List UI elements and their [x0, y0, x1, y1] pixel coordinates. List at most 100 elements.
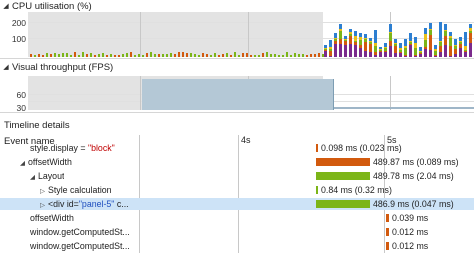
cpu-activity-bar	[146, 53, 148, 57]
cpu-activity-bar	[134, 55, 136, 57]
event-bar	[386, 228, 389, 236]
event-duration: 489.78 ms (2.04 ms)	[373, 171, 454, 181]
cpu-activity-bar	[329, 56, 332, 57]
cpu-activity-bar	[150, 52, 152, 57]
cpu-activity-bar	[379, 49, 382, 50]
cpu-activity-bar	[174, 54, 176, 57]
event-name-prefix: <div id=	[48, 199, 79, 209]
cpu-activity-bar	[409, 41, 412, 42]
cpu-activity-bar	[384, 52, 387, 57]
cpu-activity-bar	[334, 44, 337, 57]
timeline-details-title: Timeline details	[4, 120, 70, 131]
cpu-activity-bar	[314, 54, 316, 57]
cpu-activity-bar	[379, 47, 382, 49]
cpu-activity-bar	[329, 49, 332, 51]
cpu-activity-bar	[444, 24, 447, 30]
cpu-activity-bar	[206, 54, 208, 57]
cpu-section-header[interactable]: ◢ CPU utilisation (%)	[0, 0, 474, 12]
cpu-activity-bar	[298, 54, 300, 57]
event-row-selected[interactable]: ▷ <div id="panel-5" c... 486.9 ms (0.047 …	[0, 198, 474, 210]
cpu-activity-bar	[359, 45, 362, 48]
cpu-activity-bar	[374, 43, 377, 46]
cpu-activity-bar	[54, 53, 56, 57]
cpu-activity-bar	[354, 45, 357, 57]
cpu-activity-bar	[369, 38, 372, 41]
cpu-activity-bar	[122, 54, 124, 57]
cpu-activity-bar	[78, 55, 80, 57]
cpu-activity-bar	[334, 39, 337, 41]
fps-y-label-60: 60	[16, 90, 26, 100]
cpu-activity-bar	[464, 32, 467, 46]
cpu-activity-bar	[202, 53, 204, 57]
cpu-activity-bar	[404, 46, 407, 48]
event-row[interactable]: ◢ offsetWidth 489.87 ms (0.089 ms)	[0, 156, 474, 168]
cpu-activity-bar	[459, 42, 462, 44]
cpu-activity-bar	[158, 54, 160, 57]
cpu-activity-bar	[399, 43, 402, 48]
cpu-activity-bar	[394, 44, 397, 46]
cpu-activity-bar	[364, 42, 367, 51]
cpu-activity-bar	[86, 54, 88, 57]
cpu-activity-bar	[424, 34, 427, 40]
event-row[interactable]: ◢ Layout 489.78 ms (2.04 ms)	[0, 170, 474, 182]
cpu-activity-bar	[66, 53, 68, 57]
cpu-activity-bar	[324, 49, 327, 50]
cpu-activity-bar	[258, 55, 260, 57]
cpu-activity-bar	[234, 52, 236, 57]
collapse-triangle-icon[interactable]: ◢	[0, 63, 12, 71]
cpu-activity-bar	[30, 54, 32, 57]
fps-section-header[interactable]: ◢ Visual throughput (FPS)	[0, 61, 474, 73]
cpu-activity-bar	[404, 48, 407, 55]
cpu-activity-bar	[349, 32, 352, 34]
triangle-down-icon[interactable]: ◢	[20, 158, 28, 168]
cpu-activity-bar	[389, 46, 392, 57]
cpu-activity-bar	[454, 54, 457, 57]
cpu-activity-bar	[354, 42, 357, 45]
event-row[interactable]: ▷ Style calculation 0.84 ms (0.32 ms)	[0, 184, 474, 196]
cpu-activity-bar	[242, 53, 244, 57]
cpu-activity-bar	[429, 35, 432, 50]
cpu-activity-bar	[389, 24, 392, 32]
cpu-activity-bar	[34, 55, 36, 57]
cpu-activity-bar	[404, 55, 407, 56]
cpu-activity-bar	[114, 55, 116, 57]
event-row[interactable]: window.getComputedSt... 0.012 ms	[0, 226, 474, 238]
cpu-activity-bar	[94, 55, 96, 57]
cpu-activity-bar	[74, 52, 76, 57]
cpu-activity-bar	[354, 41, 357, 42]
cpu-activity-bar	[434, 51, 437, 55]
cpu-activity-bar	[339, 29, 342, 31]
cpu-activity-bar	[359, 40, 362, 45]
cpu-activity-bar	[359, 37, 362, 40]
cpu-activity-bar	[218, 55, 220, 57]
event-row[interactable]: window.getComputedSt... 0.012 ms	[0, 240, 474, 252]
cpu-activity-bar	[364, 51, 367, 57]
cpu-activity-bar	[424, 49, 427, 57]
cpu-activity-bar	[278, 55, 280, 57]
collapse-triangle-icon[interactable]: ◢	[0, 2, 12, 10]
event-name: ◢ Layout	[30, 170, 64, 182]
visual-throughput-graph[interactable]	[28, 76, 474, 110]
cpu-activity-bar	[369, 52, 372, 57]
triangle-right-icon[interactable]: ▷	[40, 186, 48, 196]
cpu-utilisation-graph[interactable]	[28, 12, 474, 57]
cpu-activity-bar	[38, 54, 40, 57]
event-name-text: Style calculation	[48, 185, 112, 195]
cpu-activity-bar	[246, 53, 248, 57]
cpu-activity-bar	[354, 31, 357, 36]
cpu-activity-bar	[409, 33, 412, 41]
cpu-activity-bar	[394, 39, 397, 43]
triangle-right-icon[interactable]: ▷	[40, 200, 48, 210]
fps-block-edge	[333, 79, 334, 110]
cpu-activity-bar	[82, 52, 84, 57]
cpu-activity-bar	[339, 39, 342, 44]
cpu-activity-bar	[170, 53, 172, 57]
cpu-activity-bar	[459, 44, 462, 48]
triangle-down-icon[interactable]: ◢	[30, 172, 38, 182]
event-row[interactable]: offsetWidth 0.039 ms	[0, 212, 474, 224]
cpu-activity-bar	[190, 53, 192, 57]
event-name: ◢ offsetWidth	[20, 156, 72, 168]
cpu-activity-bar	[106, 55, 108, 57]
event-duration: 486.9 ms (0.047 ms)	[373, 199, 454, 209]
cpu-activity-bar	[138, 54, 140, 57]
